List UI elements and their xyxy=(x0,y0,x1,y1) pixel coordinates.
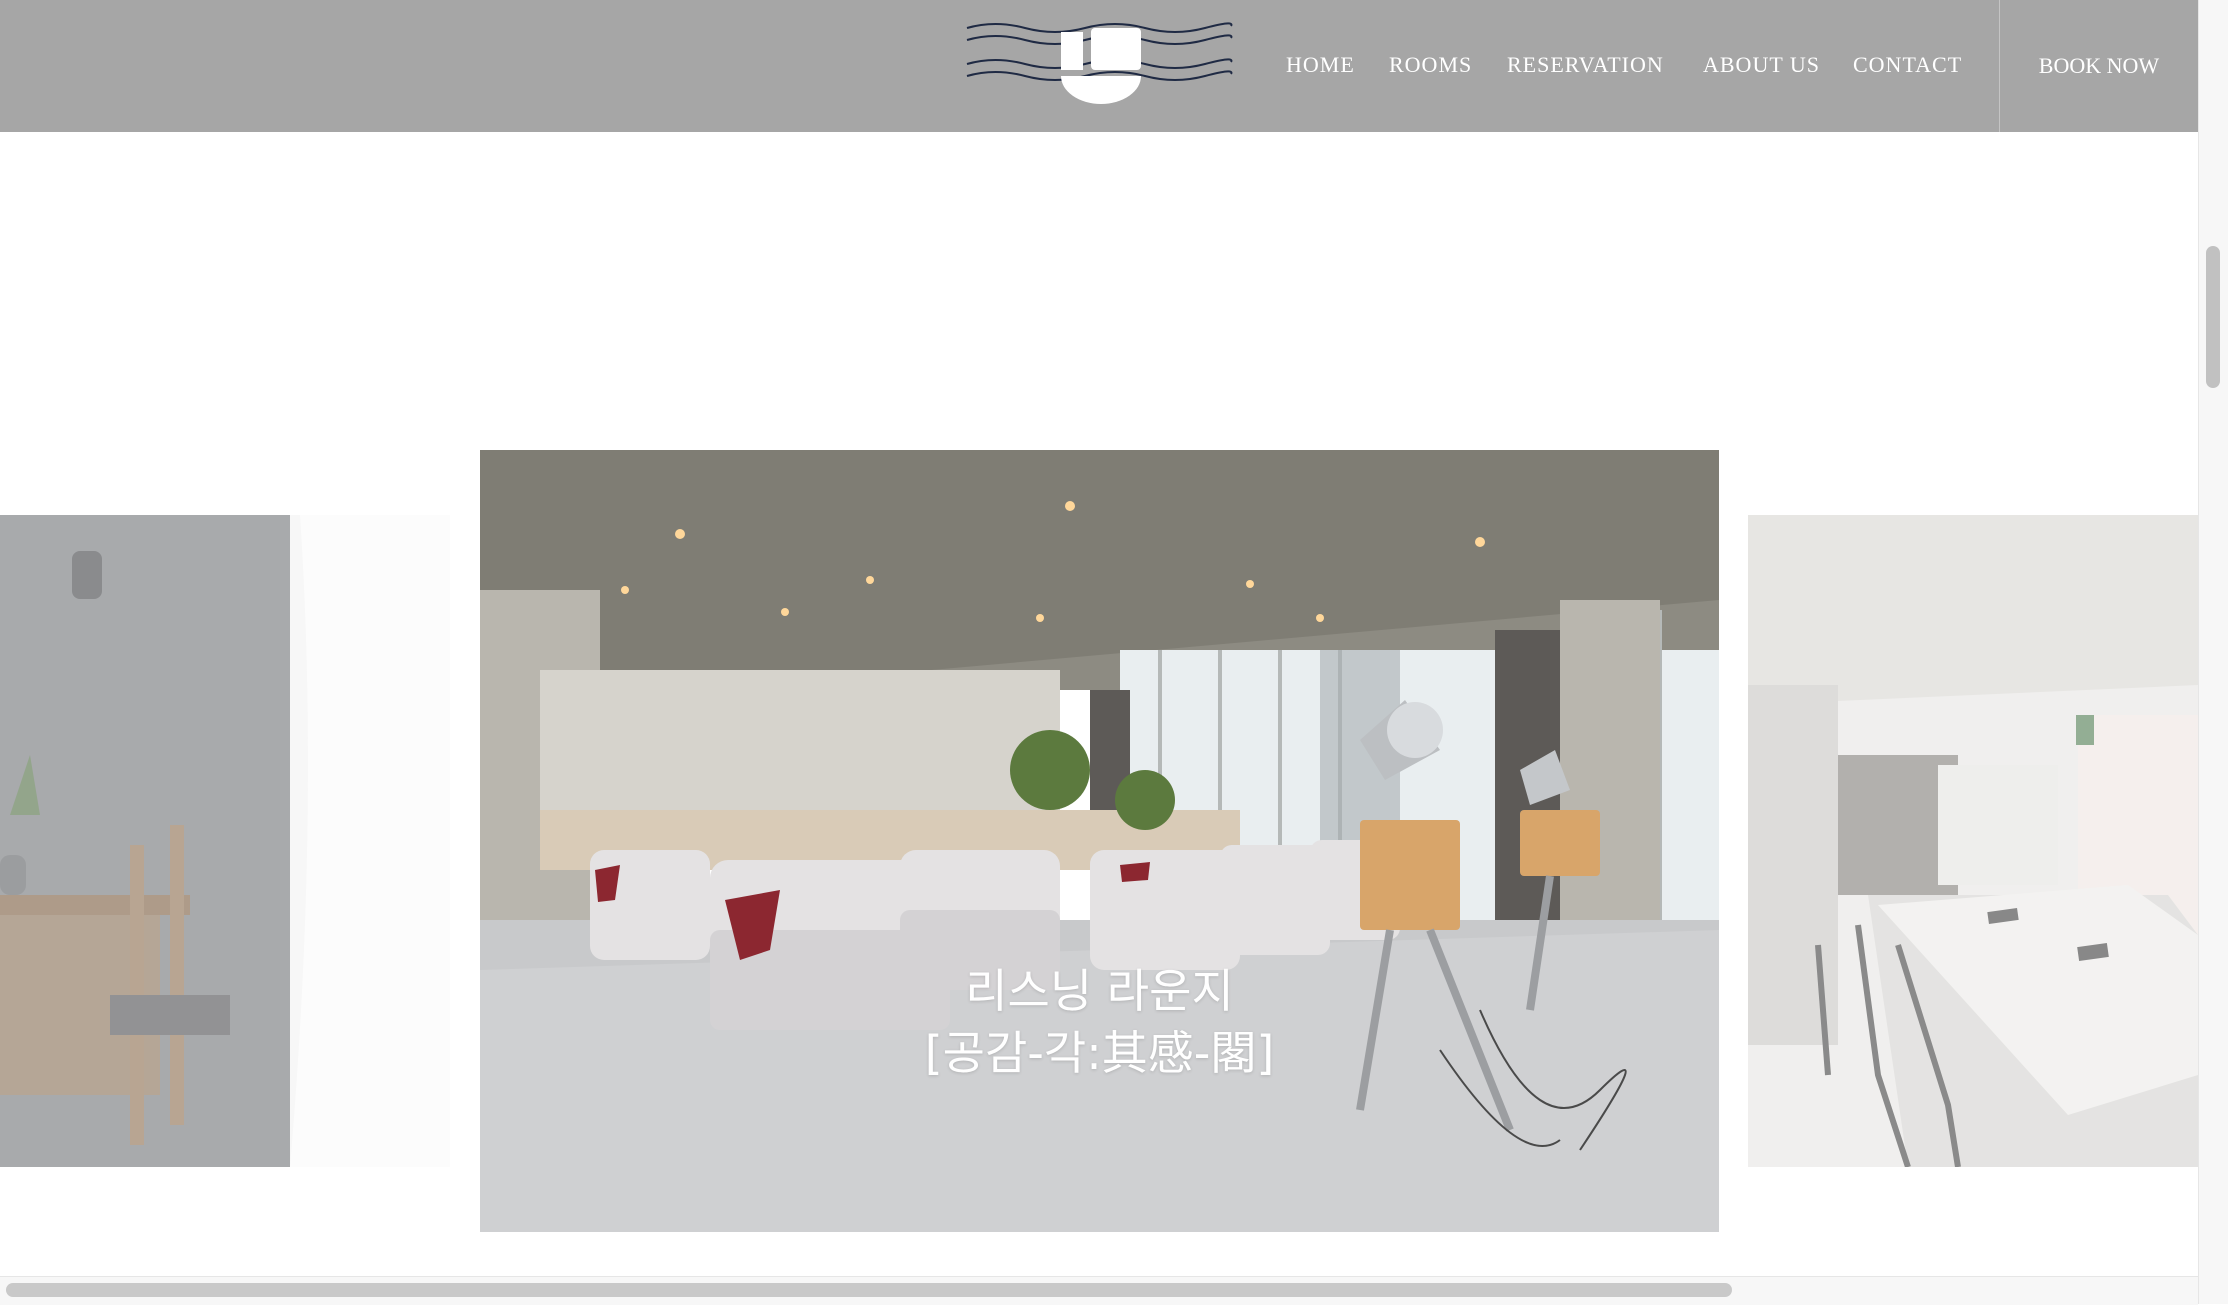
book-now-button[interactable]: BOOK NOW xyxy=(2000,0,2198,132)
carousel-slide-previous[interactable] xyxy=(0,515,450,1167)
nav-rooms[interactable]: ROOMS xyxy=(1389,52,1472,78)
nav-home[interactable]: HOME xyxy=(1286,52,1355,78)
slide-caption-title: 리스닝 라운지 xyxy=(965,964,1234,1018)
meeting-room-photo xyxy=(1748,515,2198,1167)
lounge-photo xyxy=(480,450,1719,1232)
carousel-slide-active[interactable] xyxy=(480,450,1719,1232)
nav-about-us[interactable]: ABOUT US xyxy=(1703,52,1820,78)
waves-logo-icon[interactable] xyxy=(965,18,1233,108)
slide-caption-subtitle: [공감-각:其感-閣] xyxy=(924,1026,1275,1080)
carousel-slide-next[interactable] xyxy=(1748,515,2198,1167)
horizontal-scrollbar-thumb[interactable] xyxy=(6,1283,1732,1297)
dining-room-photo xyxy=(0,515,450,1167)
vertical-scrollbar-track[interactable] xyxy=(2198,0,2228,1304)
slide-caption: 리스닝 라운지 [공감-각:其感-閣] xyxy=(480,960,1719,1084)
nav-reservation[interactable]: RESERVATION xyxy=(1507,52,1664,78)
vertical-scrollbar-thumb[interactable] xyxy=(2206,246,2220,388)
site-header: HOME ROOMS RESERVATION ABOUT US CONTACT … xyxy=(0,0,2198,132)
nav-contact[interactable]: CONTACT xyxy=(1853,52,1962,78)
